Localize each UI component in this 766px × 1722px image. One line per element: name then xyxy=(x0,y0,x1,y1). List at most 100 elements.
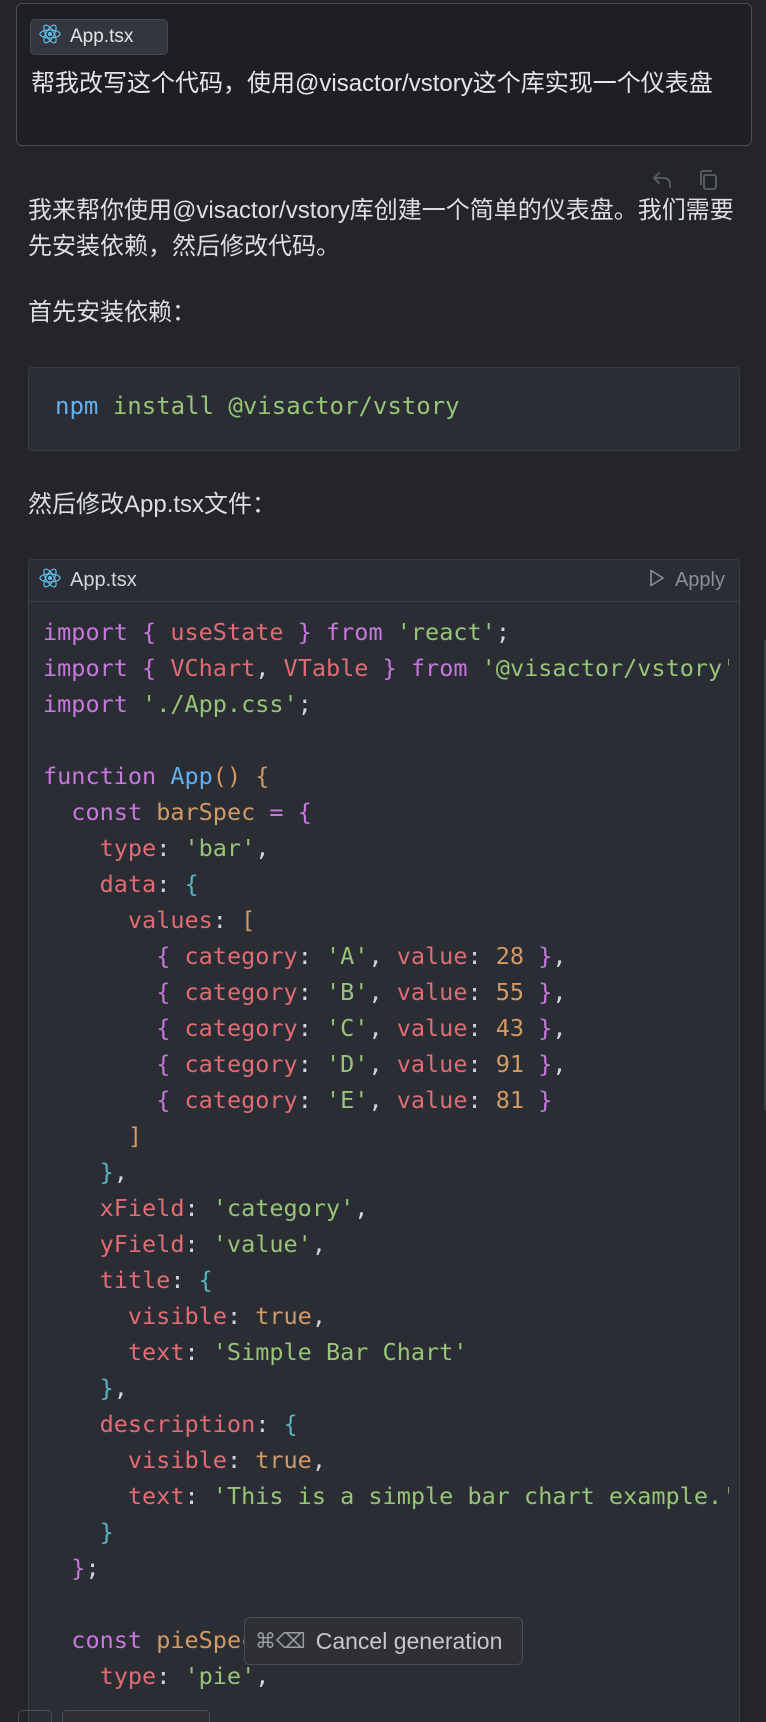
undo-icon[interactable] xyxy=(650,168,674,192)
code-token: , xyxy=(368,978,397,1006)
code-token: value xyxy=(396,942,468,970)
code-token: , xyxy=(311,1446,326,1474)
code-token: : xyxy=(170,1266,199,1294)
cancel-shortcut: ⌘⌫ xyxy=(255,1629,306,1653)
code-token: { xyxy=(142,618,157,646)
code-token: visible xyxy=(127,1446,227,1474)
code-token: text xyxy=(127,1482,185,1510)
code-token: , xyxy=(255,834,270,862)
apply-button[interactable]: Apply xyxy=(649,569,725,593)
code-token: , xyxy=(255,1662,270,1690)
code-token: 28 xyxy=(495,942,525,970)
code-line: }; xyxy=(43,1550,729,1586)
code-line: yField: 'value', xyxy=(43,1226,729,1262)
code-token: : xyxy=(184,1194,213,1222)
code-token: , xyxy=(311,1230,326,1258)
code-token: : xyxy=(297,978,326,1006)
message-actions xyxy=(650,168,720,192)
code-token: yField xyxy=(99,1230,185,1258)
code-token: } xyxy=(538,1086,553,1114)
code-line: ] xyxy=(43,1118,729,1154)
add-context-button[interactable] xyxy=(18,1710,52,1722)
code-file-label: App.tsx xyxy=(70,569,137,591)
code-token: : xyxy=(467,942,496,970)
code-token: from xyxy=(326,618,383,646)
code-line: visible: true, xyxy=(43,1298,729,1334)
code-token: './App.css' xyxy=(142,690,298,718)
code-token: , xyxy=(354,1194,369,1222)
install-command: npm xyxy=(55,392,99,420)
code-token: [ xyxy=(241,906,256,934)
code-token: '@visactor/vstory' xyxy=(481,654,729,682)
code-token: from xyxy=(410,654,468,682)
code-token: 'C' xyxy=(325,1014,369,1042)
code-token: import xyxy=(43,690,128,718)
code-token: , xyxy=(552,978,567,1006)
code-token: 'pie' xyxy=(184,1662,256,1690)
code-line: { category: 'C', value: 43 }, xyxy=(43,1010,729,1046)
code-token: : xyxy=(467,1014,496,1042)
copy-icon[interactable] xyxy=(696,168,720,192)
code-token: value xyxy=(396,1086,468,1114)
code-token: useState xyxy=(170,618,284,646)
code-token: visible xyxy=(127,1302,227,1330)
code-line: { category: 'B', value: 55 }, xyxy=(43,974,729,1010)
code-line: visible: true, xyxy=(43,1442,729,1478)
code-token: 55 xyxy=(495,978,525,1006)
response-intro: 我来帮你使用@visactor/vstory库创建一个简单的仪表盘。我们需要先安… xyxy=(28,197,734,260)
code-token: : xyxy=(297,1050,326,1078)
code-line: { category: 'D', value: 91 }, xyxy=(43,1046,729,1082)
code-token: : xyxy=(467,1050,496,1078)
file-chip[interactable]: App.tsx xyxy=(30,19,168,55)
code-line: title: { xyxy=(43,1262,729,1298)
code-token: category xyxy=(184,1086,298,1114)
code-token: 'This is a simple bar chart example.' xyxy=(212,1482,729,1510)
code-token: , xyxy=(552,1014,567,1042)
code-token: 'B' xyxy=(325,978,369,1006)
code-line: } xyxy=(43,1514,729,1550)
code-token: : xyxy=(156,1662,185,1690)
code-token: } xyxy=(99,1518,114,1546)
code-token: , xyxy=(255,654,284,682)
cancel-generation-button[interactable]: ⌘⌫ Cancel generation xyxy=(244,1617,523,1665)
code-token: : xyxy=(297,942,326,970)
code-token: values xyxy=(127,906,213,934)
context-file-chip[interactable] xyxy=(62,1710,210,1722)
code-token: ; xyxy=(85,1554,100,1582)
code-line: text: 'Simple Bar Chart' xyxy=(43,1334,729,1370)
code-token: } xyxy=(99,1374,114,1402)
code-line: text: 'This is a simple bar chart exampl… xyxy=(43,1478,729,1514)
code-token: , xyxy=(311,1302,326,1330)
code-token: , xyxy=(368,1050,397,1078)
code-token: category xyxy=(184,978,298,1006)
code-token: VChart xyxy=(170,654,256,682)
code-token: ] xyxy=(127,1122,143,1150)
code-line: xField: 'category', xyxy=(43,1190,729,1226)
code-token: : xyxy=(255,1410,284,1438)
